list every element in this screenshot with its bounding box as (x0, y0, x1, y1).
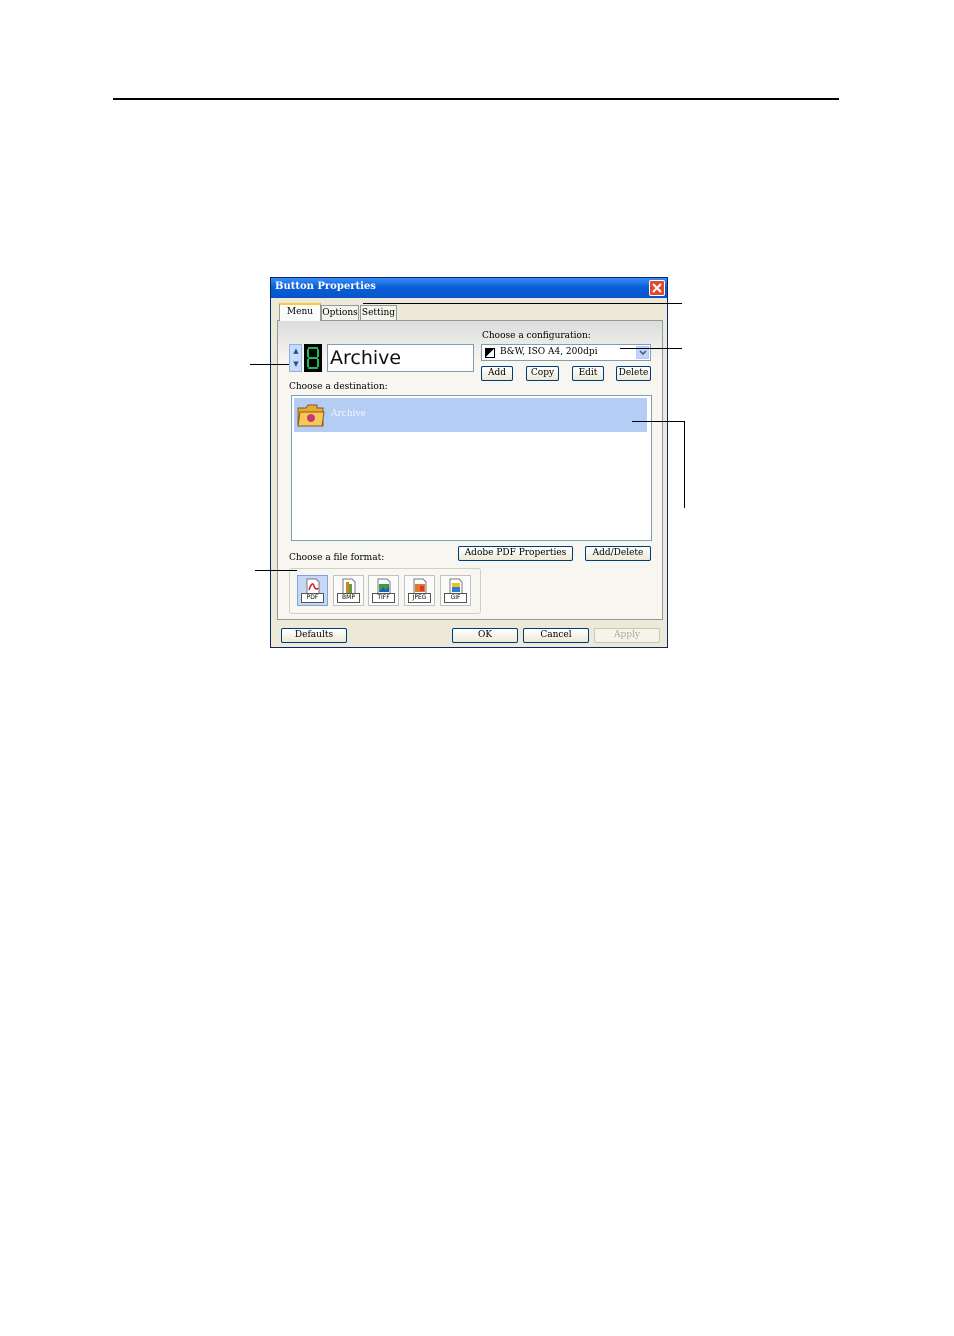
destination-name: Archive (331, 409, 366, 419)
spinner-up-icon[interactable]: ▲ (292, 347, 300, 355)
format-pdf-button[interactable]: PDF (297, 575, 328, 606)
file-format-label: Choose a file format: (289, 553, 385, 563)
dialog-title: Button Properties (275, 281, 376, 292)
copy-config-button[interactable]: Copy (526, 366, 559, 381)
seven-segment-digit-icon (307, 347, 319, 369)
title-bar[interactable]: Button Properties (271, 278, 667, 298)
configuration-label: Choose a configuration: (482, 331, 591, 341)
page-header-rule (113, 98, 839, 100)
format-label: TIFF (372, 593, 395, 603)
format-jpeg-button[interactable]: JPEG (404, 575, 435, 606)
format-label: BMP (337, 593, 360, 603)
add-delete-button[interactable]: Add/Delete (585, 546, 651, 561)
close-icon (652, 283, 662, 293)
chevron-down-icon (639, 350, 647, 356)
format-tiff-button[interactable]: TIFF (368, 575, 399, 606)
button-properties-dialog: Button Properties Menu Options Setting ▲… (270, 277, 668, 648)
ok-button[interactable]: OK (452, 628, 518, 643)
edit-config-button[interactable]: Edit (572, 366, 604, 381)
cancel-button[interactable]: Cancel (523, 628, 589, 643)
spinner-down-icon[interactable]: ▼ (292, 360, 300, 368)
adobe-pdf-properties-button[interactable]: Adobe PDF Properties (458, 546, 573, 561)
callout-line-button-number (250, 364, 289, 365)
button-number-display (304, 344, 322, 372)
tab-setting[interactable]: Setting (360, 305, 397, 320)
destination-list[interactable]: Archive (291, 395, 652, 541)
delete-config-button[interactable]: Delete (616, 366, 651, 381)
button-number-spinner[interactable]: ▲ ▼ (289, 344, 302, 372)
tab-menu[interactable]: Menu (279, 303, 321, 321)
archive-folder-icon (297, 404, 325, 427)
format-label: JPEG (408, 593, 431, 603)
apply-button[interactable]: Apply (594, 628, 660, 643)
add-config-button[interactable]: Add (481, 366, 513, 381)
format-gif-button[interactable]: GIF (440, 575, 471, 606)
defaults-button[interactable]: Defaults (281, 628, 347, 643)
configuration-value: B&W, ISO A4, 200dpi (500, 347, 598, 357)
callout-line-destination-vertical (684, 421, 685, 508)
callout-line-tabs (363, 303, 682, 304)
format-label: GIF (444, 593, 467, 603)
callout-line-file-format (255, 570, 297, 571)
callout-line-destination (632, 421, 684, 422)
callout-line-configuration (620, 348, 682, 349)
format-bmp-button[interactable]: BMP (333, 575, 364, 606)
format-label: PDF (301, 593, 324, 603)
configuration-select[interactable]: B&W, ISO A4, 200dpi (481, 344, 651, 361)
tab-options[interactable]: Options (321, 305, 359, 320)
bw-mode-icon (485, 348, 495, 358)
list-item[interactable]: Archive (294, 398, 647, 432)
button-name-field[interactable]: Archive (327, 344, 474, 372)
destination-label: Choose a destination: (289, 382, 388, 392)
close-button[interactable] (649, 280, 665, 296)
